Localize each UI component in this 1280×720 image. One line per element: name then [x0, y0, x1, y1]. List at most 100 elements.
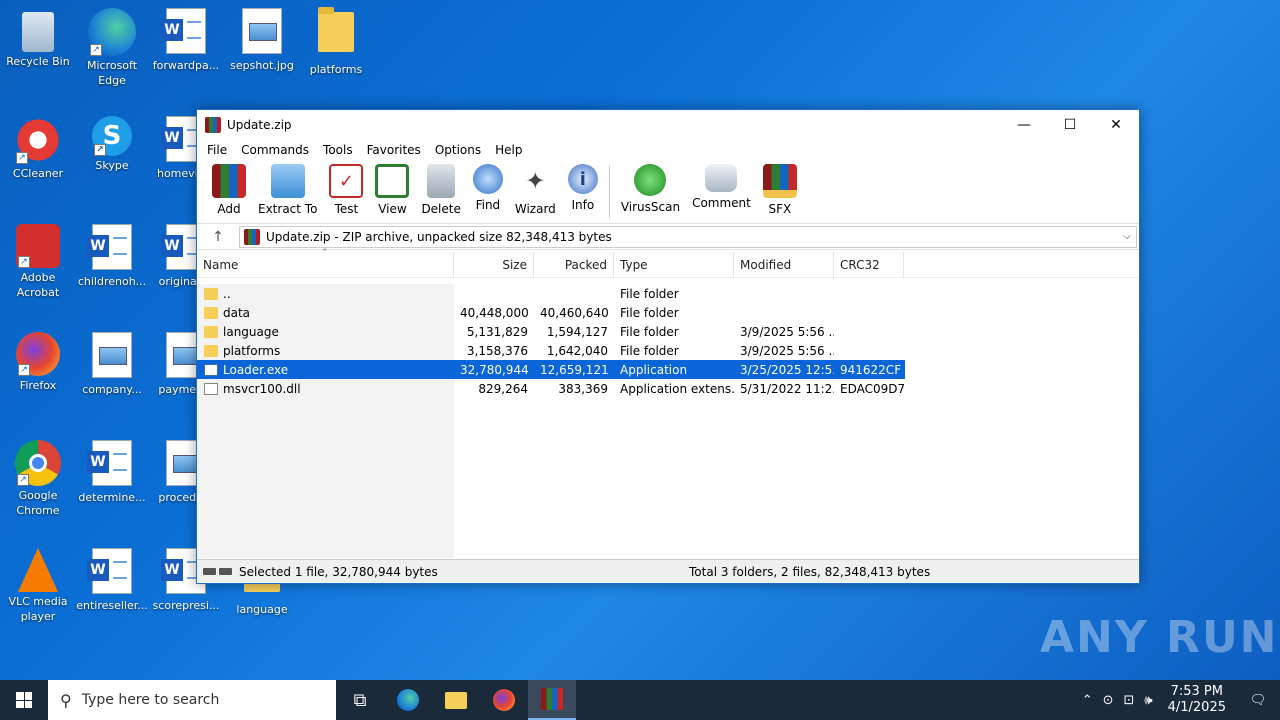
chevron-down-icon[interactable]: ⌵	[1118, 231, 1136, 242]
delete-button[interactable]: Delete	[418, 160, 463, 216]
skype-icon: S ↗	[92, 116, 132, 156]
recycle-bin-icon	[22, 12, 54, 52]
chrome-icon: ↗	[15, 440, 61, 486]
system-tray: ⌃ ⊙ ⊡ 🕪 7:53 PM 4/1/2025 🗨	[1077, 680, 1280, 720]
file-packed: 12,659,121	[540, 362, 609, 377]
desktop-icon-label: VLC media player	[8, 595, 68, 623]
word-document-icon: W	[161, 8, 210, 56]
maximize-button[interactable]: ☐	[1047, 110, 1093, 140]
comment-button[interactable]: Comment	[689, 160, 754, 210]
desktop-icon-adobe-acrobat[interactable]: ↗ Adobe Acrobat	[0, 224, 76, 300]
sfx-button[interactable]: SFX	[760, 160, 800, 216]
test-button[interactable]: ✓ Test	[326, 160, 366, 216]
file-row-parent[interactable]: .. File folder	[197, 284, 1139, 303]
up-arrow-icon[interactable]: ↑	[197, 229, 239, 245]
archive-path-text: Update.zip - ZIP archive, unpacked size …	[266, 229, 612, 244]
file-name: msvcr100.dll	[223, 381, 301, 396]
task-view-icon[interactable]: ⧉	[336, 680, 384, 720]
taskbar-file-explorer-icon[interactable]	[432, 680, 480, 720]
desktop-icon-label: Adobe Acrobat	[16, 271, 60, 299]
taskbar-search[interactable]: ⚲ Type here to search	[48, 680, 336, 720]
drive-icon	[203, 568, 216, 575]
archive-window: Update.zip — ☐ ✕ File Commands Tools Fav…	[196, 109, 1140, 584]
file-modified: 5/31/2022 11:2...	[740, 381, 834, 396]
sort-ascending-icon: ⌃	[321, 248, 329, 258]
firefox-icon: ↗	[16, 332, 60, 376]
file-row-loader-exe[interactable]: Loader.exe 32,780,944 12,659,121 Applica…	[197, 360, 905, 379]
view-button[interactable]: View	[372, 160, 412, 216]
file-name: data	[223, 305, 251, 320]
ccleaner-icon: ↗	[14, 116, 62, 164]
desktop-icon-forwardpa[interactable]: W forwardpa...	[148, 8, 224, 73]
info-button[interactable]: i Info	[565, 160, 601, 212]
word-document-icon: W	[87, 224, 136, 272]
desktop-icon-edge[interactable]: ↗ Microsoft Edge	[74, 8, 150, 88]
desktop-icon-determine[interactable]: W determine...	[74, 440, 150, 505]
desktop-icon-label: language	[236, 603, 288, 616]
clock[interactable]: 7:53 PM 4/1/2025	[1158, 684, 1236, 716]
desktop-icon-label: scorepresi...	[152, 599, 220, 612]
file-size: 5,131,829	[466, 324, 528, 339]
extract-to-label: Extract To	[258, 202, 318, 216]
menu-options[interactable]: Options	[428, 143, 488, 157]
virusscan-button[interactable]: VirusScan	[618, 160, 683, 214]
volume-icon[interactable]: 🕪	[1139, 693, 1157, 708]
desktop-icon-sepshot[interactable]: sepshot.jpg	[224, 8, 300, 73]
folder-icon	[204, 325, 218, 338]
file-type: File folder	[620, 343, 679, 358]
zip-archive-icon	[244, 228, 260, 245]
menu-tools[interactable]: Tools	[316, 143, 360, 157]
column-size[interactable]: Size	[454, 251, 534, 278]
file-row-platforms[interactable]: platforms 3,158,376 1,642,040 File folde…	[197, 341, 1139, 360]
desktop-icon-firefox[interactable]: ↗ Firefox	[0, 332, 76, 393]
application-icon	[204, 363, 218, 376]
folder-icon	[204, 344, 218, 357]
taskbar-firefox-icon[interactable]	[480, 680, 528, 720]
file-name: language	[223, 324, 279, 339]
column-type[interactable]: Type	[614, 251, 734, 278]
desktop-icon-google-chrome[interactable]: ↗ Google Chrome	[0, 440, 76, 518]
file-crc: 941622CF	[840, 362, 902, 377]
file-row-data[interactable]: data 40,448,000 40,460,640 File folder	[197, 303, 1139, 322]
notification-icon[interactable]: 🗨	[1236, 693, 1280, 708]
menu-help[interactable]: Help	[488, 143, 529, 157]
title-bar[interactable]: Update.zip — ☐ ✕	[197, 110, 1139, 140]
desktop-icon-label: determine...	[78, 491, 146, 504]
chevron-up-icon[interactable]: ⌃	[1077, 693, 1098, 708]
archive-path-field[interactable]: Update.zip - ZIP archive, unpacked size …	[239, 225, 1137, 248]
column-crc32[interactable]: CRC32	[834, 251, 904, 278]
find-button[interactable]: Find	[470, 160, 506, 212]
desktop-icon-label: Google Chrome	[16, 489, 60, 517]
file-row-language[interactable]: language 5,131,829 1,594,127 File folder…	[197, 322, 1139, 341]
close-button[interactable]: ✕	[1093, 110, 1139, 140]
network-icon[interactable]: ⊡	[1119, 693, 1140, 708]
file-list: ⌃ Name Size Packed Type Modified CRC32 .…	[197, 248, 1139, 558]
info-label: Info	[571, 198, 595, 212]
add-button[interactable]: Add	[209, 160, 249, 216]
desktop-icon-company[interactable]: company...	[74, 332, 150, 397]
desktop-icon-entireseller[interactable]: W entireseller...	[74, 548, 150, 613]
desktop-icon-recycle-bin[interactable]: Recycle Bin	[0, 8, 76, 69]
column-packed[interactable]: Packed	[534, 251, 614, 278]
column-modified[interactable]: Modified	[734, 251, 834, 278]
devices-icon[interactable]: ⊙	[1098, 693, 1119, 708]
address-bar: ↑ Update.zip - ZIP archive, unpacked siz…	[197, 224, 1139, 250]
word-document-icon: W	[87, 440, 136, 488]
desktop-icon-childrenoh[interactable]: W childrenoh...	[74, 224, 150, 289]
menu-favorites[interactable]: Favorites	[360, 143, 428, 157]
desktop-icon-skype[interactable]: S ↗ Skype	[74, 116, 150, 173]
desktop-icon-platforms[interactable]: platforms	[298, 7, 374, 77]
file-row-msvcr100-dll[interactable]: msvcr100.dll 829,264 383,369 Application…	[197, 379, 1139, 398]
desktop-icon-vlc[interactable]: VLC media player	[0, 548, 76, 624]
start-button[interactable]	[0, 680, 48, 720]
extract-to-button[interactable]: Extract To	[255, 160, 320, 216]
column-headers: ⌃ Name Size Packed Type Modified CRC32	[197, 248, 1139, 278]
desktop-icon-ccleaner[interactable]: ↗ CCleaner	[0, 116, 76, 181]
taskbar-winrar-icon[interactable]	[528, 680, 576, 720]
taskbar-edge-icon[interactable]	[384, 680, 432, 720]
wizard-button[interactable]: ✦ Wizard	[512, 160, 559, 216]
view-book-icon	[375, 164, 410, 198]
minimize-button[interactable]: —	[1001, 110, 1047, 140]
menu-commands[interactable]: Commands	[234, 143, 316, 157]
menu-file[interactable]: File	[200, 143, 234, 157]
